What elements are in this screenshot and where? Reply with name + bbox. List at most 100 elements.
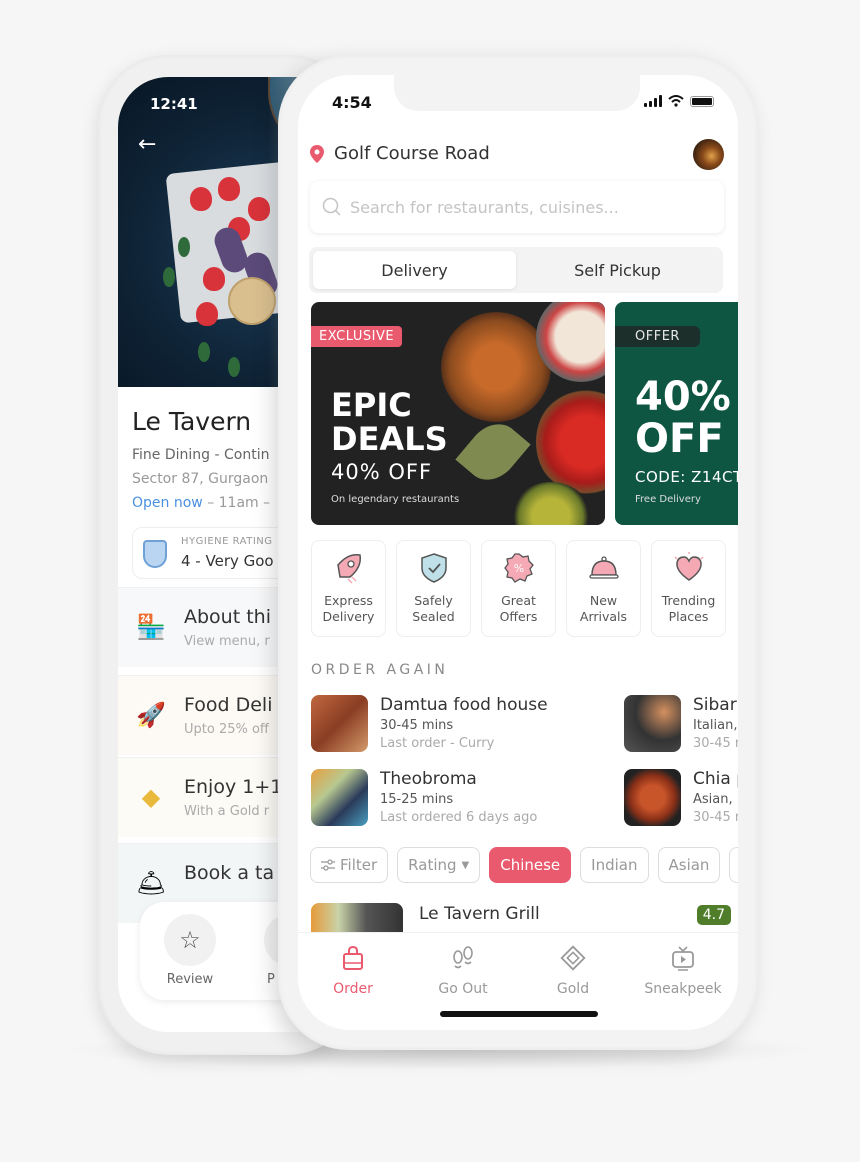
search-bar[interactable]	[310, 181, 724, 233]
rocket-icon: 🚀	[136, 701, 166, 729]
row-title: Enjoy 1+1	[184, 776, 283, 798]
cuisine: Italian,	[693, 718, 738, 733]
banner-epic-deals[interactable]: EXCLUSIVE EPIC DEALS 40% OFF On legendar…	[311, 302, 605, 525]
cloche-icon: 🛎	[136, 869, 167, 897]
row-subtitle: View menu, r	[184, 634, 270, 649]
category-express-delivery[interactable]: Express Delivery	[311, 540, 386, 637]
avatar[interactable]	[693, 139, 724, 170]
strawberry	[190, 187, 212, 211]
food-bowl	[536, 387, 605, 497]
strawberry	[203, 267, 225, 291]
open-hours: Open now – 11am –	[132, 495, 270, 511]
svg-text:%: %	[513, 562, 523, 575]
category-great-offers[interactable]: % Great Offers	[481, 540, 556, 637]
strawberry	[248, 197, 270, 221]
rating-dropdown[interactable]: Rating ▼	[397, 847, 481, 883]
banner-headline: 40% OFF	[635, 376, 731, 460]
phone-home: 4:54 Golf Course Road Search for restaur…	[278, 55, 758, 1050]
row-title: Book a ta	[184, 862, 275, 884]
cuisine: Asian, I	[693, 792, 738, 807]
category-label: Great	[501, 593, 536, 608]
restaurant-name: Theobroma	[380, 769, 477, 789]
signal-icon	[644, 95, 662, 107]
location-pin-icon	[310, 144, 324, 163]
location-selector[interactable]: Golf Course Road	[310, 143, 490, 164]
order-again-item[interactable]: Chia p Asian, I 30-45 r	[624, 769, 738, 826]
tab-delivery[interactable]: Delivery	[313, 251, 516, 289]
footsteps-icon	[453, 946, 473, 969]
chip-more[interactable]: Op	[729, 847, 738, 883]
tab-label: Gold	[556, 981, 590, 997]
category-label: New	[589, 593, 618, 608]
order-again-item[interactable]: Damtua food house 30-45 mins Last order …	[311, 695, 548, 752]
order-again-heading: ORDER AGAIN	[311, 662, 449, 678]
tab-self-pickup[interactable]: Self Pickup	[516, 251, 719, 289]
rocket-icon	[336, 553, 361, 584]
wifi-icon	[668, 95, 684, 107]
bay-leaf	[455, 413, 531, 491]
delivery-eta: 30-45 r	[693, 810, 738, 825]
battery-icon	[690, 96, 714, 107]
strawberry	[218, 177, 240, 201]
chip-label: Filter	[340, 856, 378, 874]
last-order: Last order - Curry	[380, 736, 495, 751]
order-again-item[interactable]: Theobroma 15-25 mins Last ordered 6 days…	[311, 769, 537, 826]
restaurant-thumbnail	[311, 769, 368, 826]
location-text: Golf Course Road	[334, 143, 490, 164]
headline-line: 40%	[635, 374, 731, 420]
mockup-stage: 12:41 ← Le Tavern Fine Dining - Contin S…	[0, 0, 860, 1162]
tv-play-icon	[672, 946, 694, 971]
home-indicator[interactable]	[440, 1011, 598, 1017]
status-time: 12:41	[150, 95, 198, 113]
offer-tag: OFFER	[615, 326, 700, 347]
review-label[interactable]: Review	[162, 972, 218, 987]
photo-label[interactable]: P	[267, 972, 275, 987]
filter-button[interactable]: Filter	[310, 847, 389, 883]
category-label: Safely	[414, 593, 453, 608]
star-icon[interactable]: ☆	[164, 914, 216, 966]
banner-caption: On legendary restaurants	[331, 494, 460, 505]
headline-line: EPIC	[331, 386, 412, 424]
category-trending-places[interactable]: Trending Places	[651, 540, 726, 637]
sliders-icon	[321, 859, 335, 871]
open-status: Open now	[132, 495, 203, 511]
search-input[interactable]	[350, 197, 710, 217]
category-shortcuts: Express Delivery Safely Sealed % Great O…	[311, 540, 726, 637]
hours: – 11am –	[207, 495, 271, 511]
hygiene-value: 4 - Very Goo	[181, 552, 274, 570]
rating-badge: 4.7	[696, 905, 731, 925]
tab-sneakpeek[interactable]: Sneakpeek	[628, 933, 738, 1030]
leaf	[228, 357, 240, 377]
category-label: Delivery	[322, 609, 375, 624]
restaurant-name: Damtua food house	[380, 695, 548, 715]
caret-down-icon: ▼	[461, 859, 470, 871]
chip-label: Rating	[408, 856, 457, 874]
notch	[394, 75, 640, 111]
banner-headline: EPIC DEALS	[331, 388, 448, 456]
restaurant-thumbnail	[624, 769, 681, 826]
delivery-eta: 30-45 mins	[380, 718, 454, 733]
arrow-left-icon[interactable]: ←	[138, 132, 156, 157]
restaurant-card[interactable]: Le Tavern Grill 4.7	[311, 903, 731, 943]
search-icon	[322, 197, 341, 216]
tab-label: Sneakpeek	[644, 981, 722, 997]
category-safely-sealed[interactable]: Safely Sealed	[396, 540, 471, 637]
shopping-bag-icon	[343, 945, 363, 970]
category-new-arrivals[interactable]: New Arrivals	[566, 540, 641, 637]
chip-chinese[interactable]: Chinese	[489, 847, 572, 883]
chip-indian[interactable]: Indian	[580, 847, 649, 883]
category-label: Sealed	[412, 609, 455, 624]
delivery-eta: 30-45 r	[693, 736, 738, 751]
chip-asian[interactable]: Asian	[657, 847, 721, 883]
row-title: Food Deli	[184, 694, 273, 716]
strawberry	[196, 302, 218, 326]
tab-order[interactable]: Order	[298, 933, 408, 1030]
leaf	[198, 342, 210, 362]
restaurant-address: Sector 87, Gurgaon	[132, 471, 269, 487]
gold-diamond-icon	[560, 945, 586, 971]
banner-offer[interactable]: OFFER 40% OFF CODE: Z14CT Free Delivery	[615, 302, 738, 525]
exclusive-tag: EXCLUSIVE	[311, 326, 403, 347]
order-again-item[interactable]: Sibar Italian, 30-45 r	[624, 695, 738, 752]
restaurant-name: Chia p	[693, 769, 738, 789]
leaf	[163, 267, 175, 287]
